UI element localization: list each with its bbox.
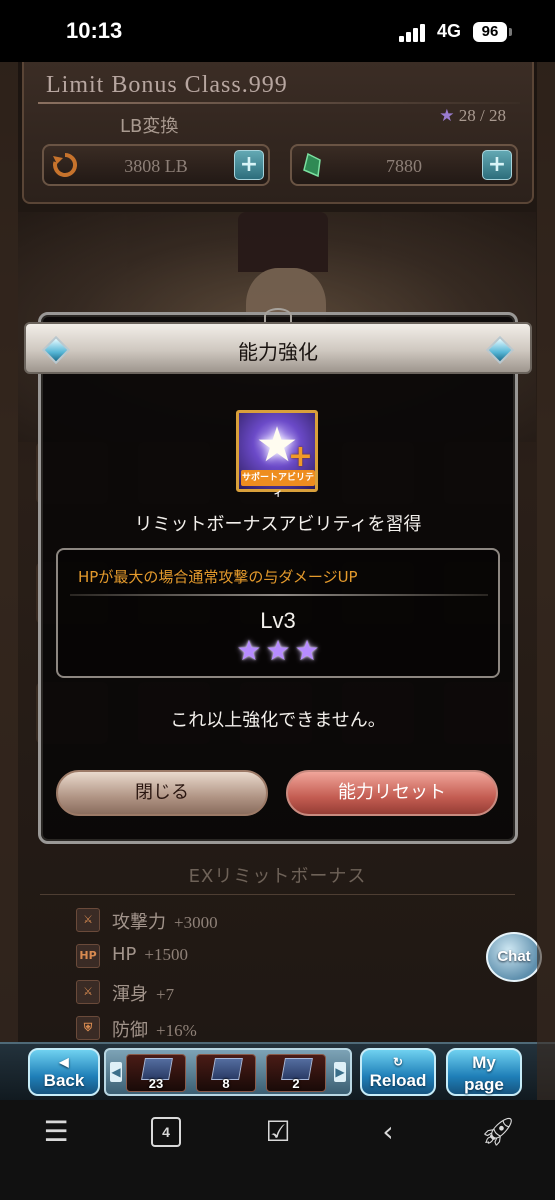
status-bar: 10:13 4G 96 xyxy=(0,0,555,62)
ex-bonus-value: +3000 xyxy=(174,913,218,932)
reload-icon: ↻ xyxy=(392,1055,404,1069)
reset-ability-button[interactable]: 能力リセット xyxy=(286,770,498,816)
signal-icon xyxy=(399,24,429,42)
ex-bonus-label: 攻撃力 xyxy=(112,912,166,933)
quick-item-bar: ◀ 23 8 2 ▶ xyxy=(104,1048,352,1096)
back-arrow-icon: ◀ xyxy=(59,1055,69,1069)
ex-bonus-text: 渾身 +7 xyxy=(112,980,174,1006)
lb-points-pill: 3808 LB + xyxy=(42,144,270,186)
star-icon: ★ xyxy=(294,634,320,667)
limit-bonus-title: Limit Bonus Class.999 xyxy=(46,72,288,98)
reload-label: Reload xyxy=(369,1071,427,1090)
plus-icon: + xyxy=(287,439,313,474)
ex-bonus-value: +16% xyxy=(156,1021,197,1040)
chat-button[interactable]: Chat xyxy=(486,932,542,982)
add-crystal-button[interactable]: + xyxy=(482,150,512,180)
rocket-icon[interactable]: 🚀︎ xyxy=(480,1114,516,1150)
ex-bonus-label: HP xyxy=(112,944,137,965)
ability-enhance-dialog: 能力強化 ★ + サポートアビリティ リミットボーナスアビリティを習得 HPが最… xyxy=(24,308,532,848)
ex-bonus-text: 防御 +16% xyxy=(112,1016,197,1042)
star-icon: ★ xyxy=(439,106,455,125)
mypage-button[interactable]: My page xyxy=(446,1048,522,1096)
quick-item[interactable]: 23 xyxy=(126,1054,186,1092)
dialog-title: 能力強化 xyxy=(238,340,318,364)
hp-icon: HP xyxy=(76,944,100,968)
reload-button[interactable]: ↻ Reload xyxy=(360,1048,436,1096)
mypage-label-line2: page xyxy=(464,1075,504,1094)
divider xyxy=(38,102,520,104)
lb-star-count: ★ 28 / 28 xyxy=(439,106,506,126)
sword-icon: ⚔ xyxy=(76,980,100,1004)
back-button[interactable]: ◀ Back xyxy=(28,1048,100,1096)
ex-limit-bonus-title: EXリミットボーナス xyxy=(188,866,367,887)
limit-bonus-panel: Limit Bonus Class.999 LB変換 ★ 28 / 28 380… xyxy=(22,62,534,204)
quick-item-count: 2 xyxy=(292,1076,300,1091)
ability-icon-caption: サポートアビリティ xyxy=(241,470,315,499)
level-stars: ★ ★ ★ xyxy=(58,634,498,667)
ability-description: HPが最大の場合通常攻撃の与ダメージUP xyxy=(78,568,358,586)
chevron-left-icon[interactable]: ‹ xyxy=(370,1114,406,1150)
ex-bonus-text: 攻撃力 +3000 xyxy=(112,908,218,934)
lb-convert-label: LB変換 xyxy=(120,116,179,137)
ex-bonus-value: +1500 xyxy=(144,945,188,964)
browser-toolbar: ☰ 4 ☑ ‹ 🚀︎ xyxy=(0,1100,555,1200)
support-ability-icon: ★ + サポートアビリティ xyxy=(236,410,318,499)
back-label: Back xyxy=(43,1071,85,1090)
ex-bonus-value: +7 xyxy=(156,985,175,1004)
ability-info-box: HPが最大の場合通常攻撃の与ダメージUP Lv3 ★ ★ ★ xyxy=(56,548,500,678)
close-button[interactable]: 閉じる xyxy=(56,770,268,816)
mypage-label-line1: My xyxy=(472,1053,496,1072)
star-icon: ★ xyxy=(236,634,262,667)
ex-bonus-label: 防御 xyxy=(112,1020,148,1041)
checkbox-icon[interactable]: ☑ xyxy=(260,1114,296,1150)
crystal-pill: 7880 + xyxy=(290,144,518,186)
sword-icon: ⚔ xyxy=(76,908,100,932)
add-lb-button[interactable]: + xyxy=(234,150,264,180)
chevron-right-icon[interactable]: ▶ xyxy=(334,1062,346,1082)
status-time: 10:13 xyxy=(66,18,123,43)
learn-message: リミットボーナスアビリティを習得 xyxy=(134,514,422,535)
ex-bonus-label: 渾身 xyxy=(112,984,148,1005)
quick-item[interactable]: 8 xyxy=(196,1054,256,1092)
quick-item-count: 8 xyxy=(222,1076,230,1091)
lb-star-value: 28 / 28 xyxy=(458,106,506,125)
divider xyxy=(70,594,488,596)
max-level-message: これ以上強化できません。 xyxy=(170,710,386,731)
shield-icon: ⛨ xyxy=(76,1016,100,1040)
network-label: 4G xyxy=(437,21,462,41)
ability-level: Lv3 xyxy=(260,608,296,633)
quick-item[interactable]: 2 xyxy=(266,1054,326,1092)
ex-bonus-text: HP +1500 xyxy=(112,944,188,965)
quick-item-count: 23 xyxy=(148,1076,164,1091)
dialog-header: 能力強化 xyxy=(24,322,532,374)
divider xyxy=(40,894,515,895)
game-bottom-nav: ◀ Back ◀ 23 8 2 ▶ ↻ Reload My page xyxy=(0,1042,555,1100)
tabs-button[interactable]: 4 xyxy=(151,1117,181,1147)
menu-icon[interactable]: ☰ xyxy=(38,1114,74,1150)
battery-icon: 96 xyxy=(473,22,512,42)
star-icon: ★ xyxy=(265,634,291,667)
chevron-left-icon[interactable]: ◀ xyxy=(110,1062,122,1082)
